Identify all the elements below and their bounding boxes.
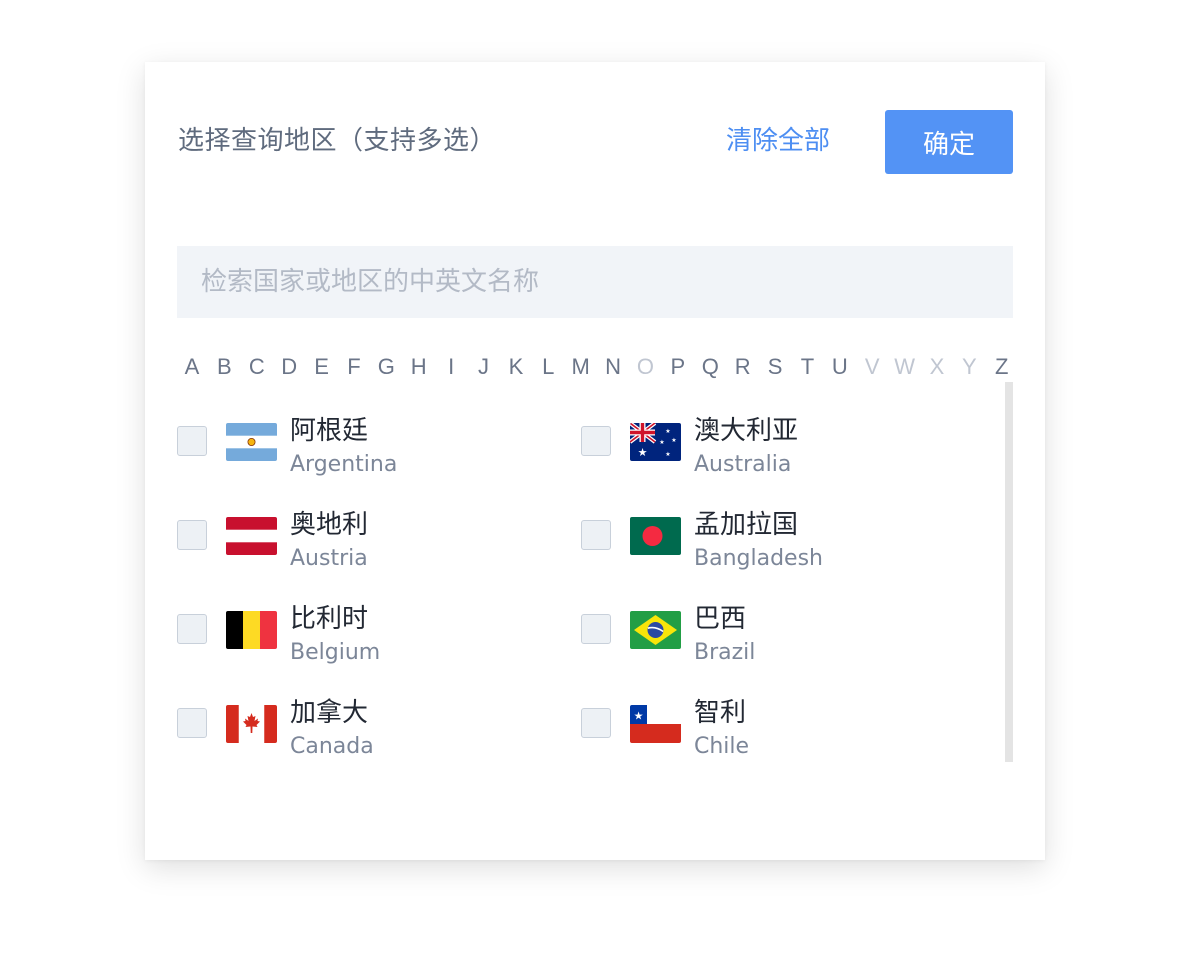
alphabet-letter-n[interactable]: N — [598, 354, 628, 380]
country-name-cn: 澳大利亚 — [694, 416, 799, 446]
clear-all-button[interactable]: 清除全部 — [726, 123, 830, 159]
alphabet-letter-u[interactable]: U — [825, 354, 855, 380]
alphabet-letter-v: V — [864, 354, 880, 379]
country-item-argentina[interactable]: 阿根廷 Argentina — [177, 402, 577, 477]
alphabet-letter-k[interactable]: K — [501, 354, 531, 380]
alphabet-letter-b[interactable]: B — [209, 354, 239, 380]
country-checkbox[interactable] — [581, 614, 611, 644]
region-select-dialog: 选择查询地区（支持多选） 清除全部 确定 ABCDEFGHIJKLMNOPQRS… — [145, 62, 1045, 860]
svg-text:★: ★ — [634, 710, 644, 723]
svg-text:★: ★ — [638, 446, 648, 459]
alphabet-letter-i[interactable]: I — [436, 354, 466, 380]
alphabet-letter-x: X — [929, 354, 945, 379]
bangladesh-flag-icon — [630, 517, 681, 555]
country-name-en: Austria — [290, 546, 368, 571]
country-checkbox[interactable] — [177, 708, 207, 738]
alphabet-letter-l[interactable]: L — [533, 354, 563, 380]
country-item-brazil[interactable]: 巴西 Brazil — [581, 590, 981, 665]
country-name-cn: 奥地利 — [290, 510, 369, 540]
country-item-bangladesh[interactable]: 孟加拉国 Bangladesh — [581, 496, 981, 571]
austria-flag-icon — [226, 517, 277, 555]
country-name-en: Argentina — [290, 452, 398, 477]
country-name-cn: 加拿大 — [290, 698, 369, 728]
country-checkbox[interactable] — [177, 426, 207, 456]
alphabet-letter-t[interactable]: T — [792, 354, 822, 380]
alphabet-letter-m[interactable]: M — [566, 354, 596, 380]
country-name-cn: 智利 — [694, 698, 747, 728]
australia-flag-icon: ★ ★ ★ ★ ★ — [630, 423, 681, 461]
svg-text:★: ★ — [665, 428, 670, 435]
country-checkbox[interactable] — [177, 520, 207, 550]
country-name-en: Australia — [694, 452, 792, 477]
country-checkbox[interactable] — [581, 426, 611, 456]
country-name-cn: 孟加拉国 — [694, 510, 799, 540]
alphabet-letter-w: W — [894, 354, 915, 379]
country-list: 阿根廷 Argentina ★ ★ ★ ★ ★ 澳大利亚 Australia 奥地利 Austria… — [177, 402, 1001, 782]
country-checkbox[interactable] — [177, 614, 207, 644]
country-item-belgium[interactable]: 比利时 Belgium — [177, 590, 577, 665]
alphabet-letter-q[interactable]: Q — [695, 354, 725, 380]
search-input[interactable] — [177, 246, 1013, 318]
country-name-cn: 巴西 — [694, 604, 747, 634]
country-item-austria[interactable]: 奥地利 Austria — [177, 496, 577, 571]
alphabet-letter-a[interactable]: A — [177, 354, 207, 380]
country-item-australia[interactable]: ★ ★ ★ ★ ★ 澳大利亚 Australia — [581, 402, 981, 477]
alphabet-letter-p[interactable]: P — [663, 354, 693, 380]
country-name-en: Canada — [290, 734, 374, 759]
alphabet-letter-y: Y — [962, 354, 977, 379]
country-name-en: Bangladesh — [694, 546, 823, 571]
belgium-flag-icon — [226, 611, 277, 649]
svg-text:★: ★ — [665, 451, 670, 458]
svg-text:★: ★ — [671, 437, 676, 444]
country-name-cn: 比利时 — [290, 604, 369, 634]
alphabet-letter-j[interactable]: J — [469, 354, 499, 380]
dialog-title: 选择查询地区（支持多选） — [178, 126, 497, 156]
country-name-en: Brazil — [694, 640, 756, 665]
canada-flag-icon — [226, 705, 277, 743]
alphabet-letter-e[interactable]: E — [307, 354, 337, 380]
country-item-chile[interactable]: ★ 智利 Chile — [581, 684, 981, 759]
search-box — [177, 246, 1013, 318]
svg-text:★: ★ — [659, 439, 664, 446]
alphabet-letter-z[interactable]: Z — [987, 354, 1017, 380]
alphabet-letter-r[interactable]: R — [728, 354, 758, 380]
chile-flag-icon: ★ — [630, 705, 681, 743]
alphabet-index: ABCDEFGHIJKLMNOPQRSTUVWXYZ — [177, 351, 1017, 383]
alphabet-letter-o: O — [636, 354, 655, 379]
alphabet-letter-h[interactable]: H — [404, 354, 434, 380]
scrollbar[interactable] — [1005, 382, 1013, 762]
alphabet-letter-f[interactable]: F — [339, 354, 369, 380]
country-item-canada[interactable]: 加拿大 Canada — [177, 684, 577, 759]
country-name-en: Belgium — [290, 640, 381, 665]
alphabet-letter-d[interactable]: D — [274, 354, 304, 380]
country-checkbox[interactable] — [581, 708, 611, 738]
brazil-flag-icon — [630, 611, 681, 649]
alphabet-letter-s[interactable]: S — [760, 354, 790, 380]
alphabet-letter-c[interactable]: C — [242, 354, 272, 380]
country-name-en: Chile — [694, 734, 750, 759]
country-checkbox[interactable] — [581, 520, 611, 550]
confirm-button[interactable]: 确定 — [885, 110, 1013, 174]
alphabet-letter-g[interactable]: G — [371, 354, 401, 380]
country-name-cn: 阿根廷 — [290, 416, 369, 446]
argentina-flag-icon — [226, 423, 277, 461]
